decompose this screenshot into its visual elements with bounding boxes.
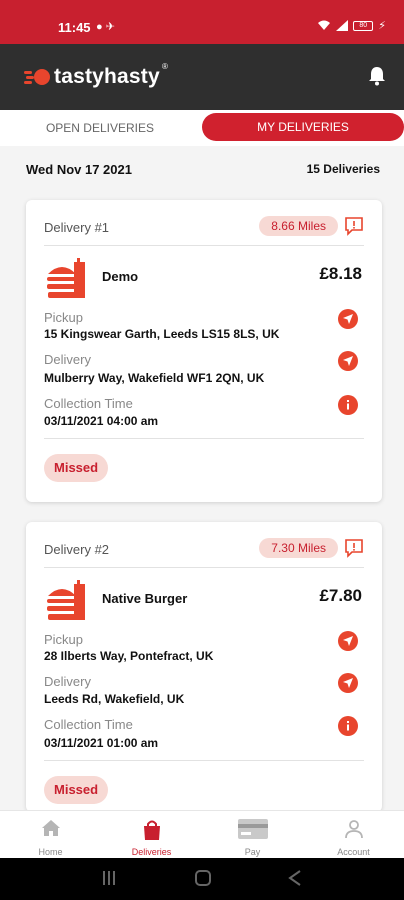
tab-my-deliveries[interactable]: MY DELIVERIES [202, 113, 404, 141]
restaurant-name: Demo [102, 269, 139, 284]
info-icon[interactable] [338, 395, 358, 415]
nav-account[interactable]: Account [303, 811, 404, 859]
app-name: tastyhasty [54, 65, 160, 88]
message-alert-icon[interactable] [344, 216, 364, 236]
delivery-price: £7.80 [319, 586, 362, 605]
delivery-date: Wed Nov 17 2021 [26, 162, 132, 177]
charging-icon: ⚡ [378, 20, 386, 32]
collection-time-label: Collection Time [44, 717, 133, 732]
person-icon [344, 820, 363, 839]
delivery-tabs: OPEN DELIVERIES MY DELIVERIES [0, 110, 404, 146]
home-button-icon[interactable] [194, 869, 212, 887]
pickup-label: Pickup [44, 632, 84, 647]
card-icon [237, 819, 268, 839]
status-bar: 11:45 ● ✈ 80 ⚡ [0, 0, 404, 44]
back-icon[interactable] [288, 869, 302, 887]
pickup-label: Pickup [44, 310, 84, 325]
bell-icon[interactable] [368, 66, 386, 86]
status-badge: Missed [44, 776, 109, 804]
pickup-address: 28 Ilberts Way, Pontefract, UK [44, 649, 214, 663]
system-tray: 80 ⚡ [317, 19, 386, 32]
navigate-icon[interactable] [338, 673, 358, 693]
navigate-icon[interactable] [338, 351, 358, 371]
restaurant-name: Native Burger [102, 591, 188, 606]
tab-open-deliveries[interactable]: OPEN DELIVERIES [0, 114, 200, 142]
home-icon [41, 820, 60, 836]
delivery-number: Delivery #1 [44, 220, 110, 235]
divider [44, 567, 364, 568]
nav-pay[interactable]: Pay [202, 811, 303, 859]
logo-speed-icon [24, 69, 50, 85]
delivery-address: Leeds Rd, Wakefield, UK [44, 692, 185, 706]
delivery-label: Delivery [44, 674, 91, 689]
delivery-card[interactable]: Delivery #1 8.66 Miles Demo £8.18 Pickup… [26, 200, 382, 502]
divider [44, 245, 364, 246]
wifi-icon [318, 20, 331, 30]
collection-time: 03/11/2021 01:00 am [44, 736, 159, 750]
pickup-address: 15 Kingswear Garth, Leeds LS15 8LS, UK [44, 327, 280, 341]
app-bar: tastyhasty ® [0, 44, 404, 110]
delivery-address: Mulberry Way, Wakefield WF1 2QN, UK [44, 371, 265, 385]
bag-icon [143, 820, 160, 840]
message-alert-icon[interactable] [344, 538, 364, 558]
recent-apps-icon[interactable] [102, 869, 116, 887]
delivery-count: 15 Deliveries [306, 162, 380, 176]
nav-deliveries[interactable]: Deliveries [101, 811, 202, 859]
bottom-nav: Home Deliveries Pay Account [0, 810, 404, 858]
delivery-card[interactable]: Delivery #2 7.30 Miles Native Burger £7.… [26, 522, 382, 812]
nav-home[interactable]: Home [0, 811, 101, 859]
delivery-price: £8.18 [319, 264, 362, 283]
notification-icons: ● ✈ [96, 21, 115, 33]
nav-deliveries-label: Deliveries [131, 847, 172, 857]
distance-badge: 7.30 Miles [259, 538, 338, 558]
collection-time: 03/11/2021 04:00 am [44, 414, 159, 428]
navigate-icon[interactable] [338, 309, 358, 329]
date-bar: Wed Nov 17 2021 15 Deliveries [0, 148, 404, 188]
burger-bag-icon [47, 580, 85, 620]
distance-badge: 8.66 Miles [259, 216, 338, 236]
info-icon[interactable] [338, 716, 358, 736]
divider [44, 760, 364, 761]
delivery-label: Delivery [44, 352, 91, 367]
nav-home-label: Home [38, 847, 63, 857]
battery-icon: 80 [353, 20, 374, 31]
divider [44, 438, 364, 439]
nav-account-label: Account [337, 847, 370, 857]
registered-mark: ® [161, 62, 168, 71]
status-badge: Missed [44, 454, 109, 482]
signal-icon [336, 20, 349, 31]
collection-time-label: Collection Time [44, 396, 133, 411]
burger-bag-icon [47, 258, 85, 298]
status-time: 11:45 [58, 20, 91, 35]
app-logo: tastyhasty ® [24, 62, 168, 92]
delivery-number: Delivery #2 [44, 542, 110, 557]
system-nav-bar [0, 858, 404, 900]
nav-pay-label: Pay [244, 847, 261, 857]
navigate-icon[interactable] [338, 631, 358, 651]
